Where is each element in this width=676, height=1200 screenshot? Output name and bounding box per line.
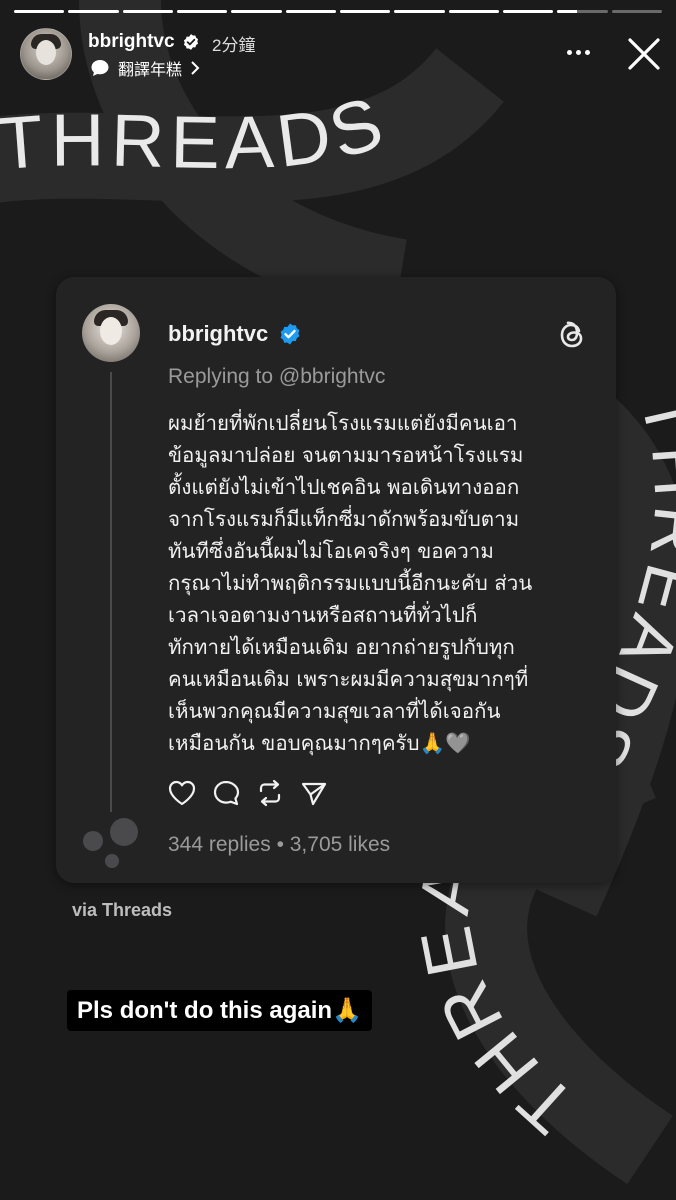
post-actions — [167, 778, 329, 808]
reply-avatars-cluster — [83, 818, 138, 868]
progress-segment — [122, 10, 173, 13]
post-username: bbrightvc — [168, 321, 269, 346]
progress-segment — [339, 10, 391, 13]
progress-segment — [557, 10, 608, 13]
translate-link[interactable]: 翻譯年糕 — [90, 56, 200, 80]
close-icon[interactable] — [626, 36, 662, 72]
story-time: 2分鐘 — [212, 36, 256, 55]
progress-segment — [448, 10, 499, 13]
progress-segment — [502, 10, 554, 13]
translate-label: 翻譯年糕 — [118, 62, 183, 79]
progress-segment — [14, 10, 65, 13]
threads-logo-icon — [560, 321, 583, 348]
story-caption: Pls don't do this again🙏 — [67, 990, 372, 1031]
story-viewer: THREADS THREADS THREADS bbrightvc 2分鐘 翻譯… — [0, 0, 676, 1200]
verified-badge-icon — [280, 323, 300, 345]
comment-icon[interactable] — [211, 778, 241, 808]
verified-badge-icon — [183, 34, 199, 50]
repost-icon[interactable] — [255, 778, 285, 808]
post-body: ผมย้ายที่พักเปลี่ยนโรงแรมแต่ยังมีคนเอา ข… — [168, 411, 533, 755]
speech-bubble-icon — [91, 60, 109, 76]
background-threads-text: THREADS — [0, 79, 391, 186]
share-icon[interactable] — [299, 778, 329, 808]
progress-segment — [176, 10, 228, 13]
more-dots-icon[interactable] — [567, 42, 593, 62]
svg-text:THREADS: THREADS — [0, 79, 397, 186]
progress-segment — [394, 10, 445, 13]
story-progress — [14, 10, 662, 14]
thread-line — [110, 372, 112, 812]
progress-segment — [231, 10, 282, 13]
via-threads[interactable]: via Threads — [72, 900, 172, 921]
heart-icon[interactable] — [167, 778, 197, 808]
avatar[interactable] — [20, 28, 72, 80]
threads-post-card[interactable]: bbrightvc Replying to @bbrightvc ผมย้ายท… — [56, 277, 616, 883]
story-username[interactable]: bbrightvc — [88, 31, 175, 53]
progress-segment — [285, 10, 336, 13]
replying-to: Replying to @bbrightvc — [168, 365, 386, 388]
post-avatar — [82, 304, 140, 362]
chevron-right-icon — [191, 61, 200, 75]
progress-segment — [611, 10, 662, 13]
progress-segment — [68, 10, 119, 13]
post-stats: 344 replies • 3,705 likes — [168, 833, 391, 856]
